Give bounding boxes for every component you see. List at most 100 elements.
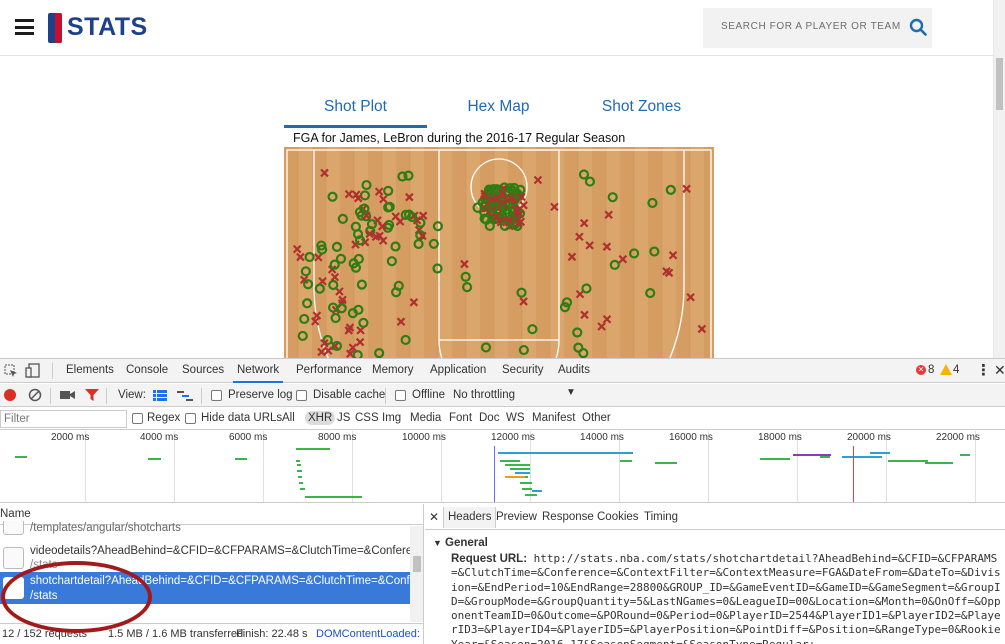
type-filter-ws[interactable]: WS bbox=[506, 412, 525, 424]
tab-shot-plot[interactable]: Shot Plot bbox=[284, 98, 427, 128]
search-input[interactable] bbox=[721, 21, 901, 32]
devtools-tab-bar: Elements Console Sources Network Perform… bbox=[0, 359, 1005, 383]
timeline-label: 2000 ms bbox=[51, 432, 90, 443]
timeline-label: 22000 ms bbox=[936, 432, 980, 443]
warning-count[interactable]: 4 bbox=[953, 364, 959, 376]
offline-checkbox[interactable] bbox=[395, 390, 406, 401]
network-toolbar: View: Preserve log Disable cache Offline… bbox=[0, 384, 1005, 407]
request-url-block: Request URL: http://stats.nba.com/stats/… bbox=[451, 552, 1001, 644]
type-filter-all[interactable]: All bbox=[282, 412, 295, 424]
clear-icon[interactable] bbox=[28, 388, 42, 402]
detail-tab-cookies[interactable]: Cookies bbox=[597, 511, 639, 523]
status-finish: Finish: 22.48 s bbox=[236, 628, 308, 640]
error-count[interactable]: 8 bbox=[928, 364, 934, 376]
detail-tab-preview[interactable]: Preview bbox=[496, 511, 537, 523]
type-filter-css[interactable]: CSS bbox=[355, 412, 379, 424]
status-transferred: 1.5 MB / 1.6 MB transferred bbox=[108, 628, 244, 640]
hide-data-urls-checkbox[interactable] bbox=[185, 413, 196, 424]
type-filter-media[interactable]: Media bbox=[410, 412, 441, 424]
warning-icon[interactable] bbox=[940, 364, 952, 375]
tab-shot-zones[interactable]: Shot Zones bbox=[584, 98, 699, 128]
filter-input[interactable] bbox=[0, 410, 127, 428]
devtools-tab-application[interactable]: Application bbox=[430, 364, 486, 376]
throttling-chevron-down-icon[interactable]: ▼ bbox=[566, 387, 576, 398]
request-detail-tabs: ✕ Headers Preview Response Cookies Timin… bbox=[425, 504, 1005, 530]
hide-data-urls-label[interactable]: Hide data URLs bbox=[201, 412, 282, 424]
detail-tab-headers[interactable]: Headers bbox=[443, 507, 497, 528]
detail-tab-response[interactable]: Response bbox=[542, 511, 594, 523]
request-url-label: Request URL: bbox=[451, 553, 528, 565]
type-filter-manifest[interactable]: Manifest bbox=[532, 412, 575, 424]
throttling-select[interactable]: No throttling bbox=[453, 389, 515, 401]
document-icon bbox=[3, 521, 24, 535]
nba-logo[interactable] bbox=[48, 13, 62, 43]
request-name: /templates/angular/shotcharts bbox=[30, 522, 181, 534]
waterfall-overview-icon[interactable] bbox=[177, 390, 193, 401]
record-button-icon[interactable] bbox=[4, 389, 16, 401]
regex-label[interactable]: Regex bbox=[147, 412, 180, 424]
search-icon[interactable] bbox=[909, 18, 927, 36]
devtools-menu-icon[interactable]: ⋮ bbox=[976, 361, 991, 379]
hamburger-menu-icon[interactable] bbox=[15, 19, 34, 35]
timeline-label: 6000 ms bbox=[229, 432, 268, 443]
filter-icon[interactable] bbox=[85, 389, 99, 402]
type-filter-js[interactable]: JS bbox=[337, 412, 350, 424]
request-list-scrollbar[interactable] bbox=[410, 526, 423, 622]
red-annotation-ellipse bbox=[1, 561, 152, 633]
devtools-tab-memory[interactable]: Memory bbox=[372, 364, 414, 376]
chart-tabs: Shot Plot Hex Map Shot Zones bbox=[284, 98, 714, 128]
timeline-bars bbox=[15, 446, 970, 502]
type-filter-font[interactable]: Font bbox=[449, 412, 472, 424]
devtools-tab-console[interactable]: Console bbox=[126, 364, 168, 376]
general-section-title[interactable]: General bbox=[445, 537, 488, 549]
nba-stats-page: STATS Shot Plot Hex Map Shot Zones FGA f… bbox=[0, 0, 1005, 358]
error-icon[interactable]: ✕ bbox=[916, 365, 926, 375]
name-column-header[interactable]: Name bbox=[0, 508, 31, 520]
chart-title: FGA for James, LeBron during the 2016-17… bbox=[293, 131, 626, 145]
type-filter-xhr[interactable]: XHR bbox=[305, 411, 336, 425]
brand-title[interactable]: STATS bbox=[67, 13, 148, 42]
shot-chart-court bbox=[284, 147, 714, 358]
network-overview-timeline[interactable]: 2000 ms 4000 ms 6000 ms 8000 ms 10000 ms… bbox=[0, 431, 1005, 503]
devtools-tab-security[interactable]: Security bbox=[502, 364, 544, 376]
request-name: videodetails?AheadBehind=&CFID=&CFPARAMS… bbox=[30, 545, 410, 557]
offline-label[interactable]: Offline bbox=[412, 389, 445, 401]
close-detail-icon[interactable]: ✕ bbox=[429, 510, 439, 524]
type-filter-other[interactable]: Other bbox=[582, 412, 611, 424]
timeline-label: 8000 ms bbox=[318, 432, 357, 443]
timeline-label: 16000 ms bbox=[669, 432, 713, 443]
large-rows-icon[interactable] bbox=[153, 390, 167, 401]
search-box[interactable] bbox=[703, 8, 932, 48]
request-url-value: http://stats.nba.com/stats/shotchartdeta… bbox=[451, 552, 1001, 644]
devtools-tab-elements[interactable]: Elements bbox=[66, 364, 114, 376]
capture-screenshots-icon[interactable] bbox=[60, 389, 75, 401]
page-scrollbar[interactable] bbox=[993, 0, 1005, 358]
request-detail-pane: ✕ Headers Preview Response Cookies Timin… bbox=[425, 504, 1005, 644]
timeline-label: 10000 ms bbox=[402, 432, 446, 443]
request-row[interactable]: /templates/angular/shotcharts bbox=[0, 521, 410, 539]
inspect-element-icon[interactable] bbox=[4, 364, 18, 378]
preserve-log-label[interactable]: Preserve log bbox=[228, 389, 293, 401]
status-dom-content-loaded: DOMContentLoaded: bbox=[316, 628, 420, 640]
devtools-tab-sources[interactable]: Sources bbox=[182, 364, 224, 376]
timeline-label: 12000 ms bbox=[491, 432, 535, 443]
devtools-tab-performance[interactable]: Performance bbox=[296, 364, 362, 376]
disable-cache-label[interactable]: Disable cache bbox=[313, 389, 385, 401]
close-devtools-icon[interactable]: ✕ bbox=[994, 362, 1005, 379]
regex-checkbox[interactable] bbox=[132, 413, 143, 424]
timeline-label: 14000 ms bbox=[580, 432, 624, 443]
page-scrollbar-thumb[interactable] bbox=[996, 58, 1003, 110]
devtools-tab-audits[interactable]: Audits bbox=[558, 364, 590, 376]
timeline-label: 18000 ms bbox=[758, 432, 802, 443]
detail-tab-timing[interactable]: Timing bbox=[644, 511, 678, 523]
request-list-scrollbar-thumb[interactable] bbox=[413, 556, 421, 572]
type-filter-doc[interactable]: Doc bbox=[479, 412, 499, 424]
view-label: View: bbox=[118, 389, 146, 401]
type-filter-img[interactable]: Img bbox=[382, 412, 401, 424]
tab-hex-map[interactable]: Hex Map bbox=[441, 98, 556, 128]
devtools-tab-network[interactable]: Network bbox=[232, 364, 284, 383]
section-expand-triangle-icon[interactable]: ▼ bbox=[433, 538, 442, 548]
disable-cache-checkbox[interactable] bbox=[296, 390, 307, 401]
preserve-log-checkbox[interactable] bbox=[211, 390, 222, 401]
device-toolbar-icon[interactable] bbox=[25, 363, 41, 379]
